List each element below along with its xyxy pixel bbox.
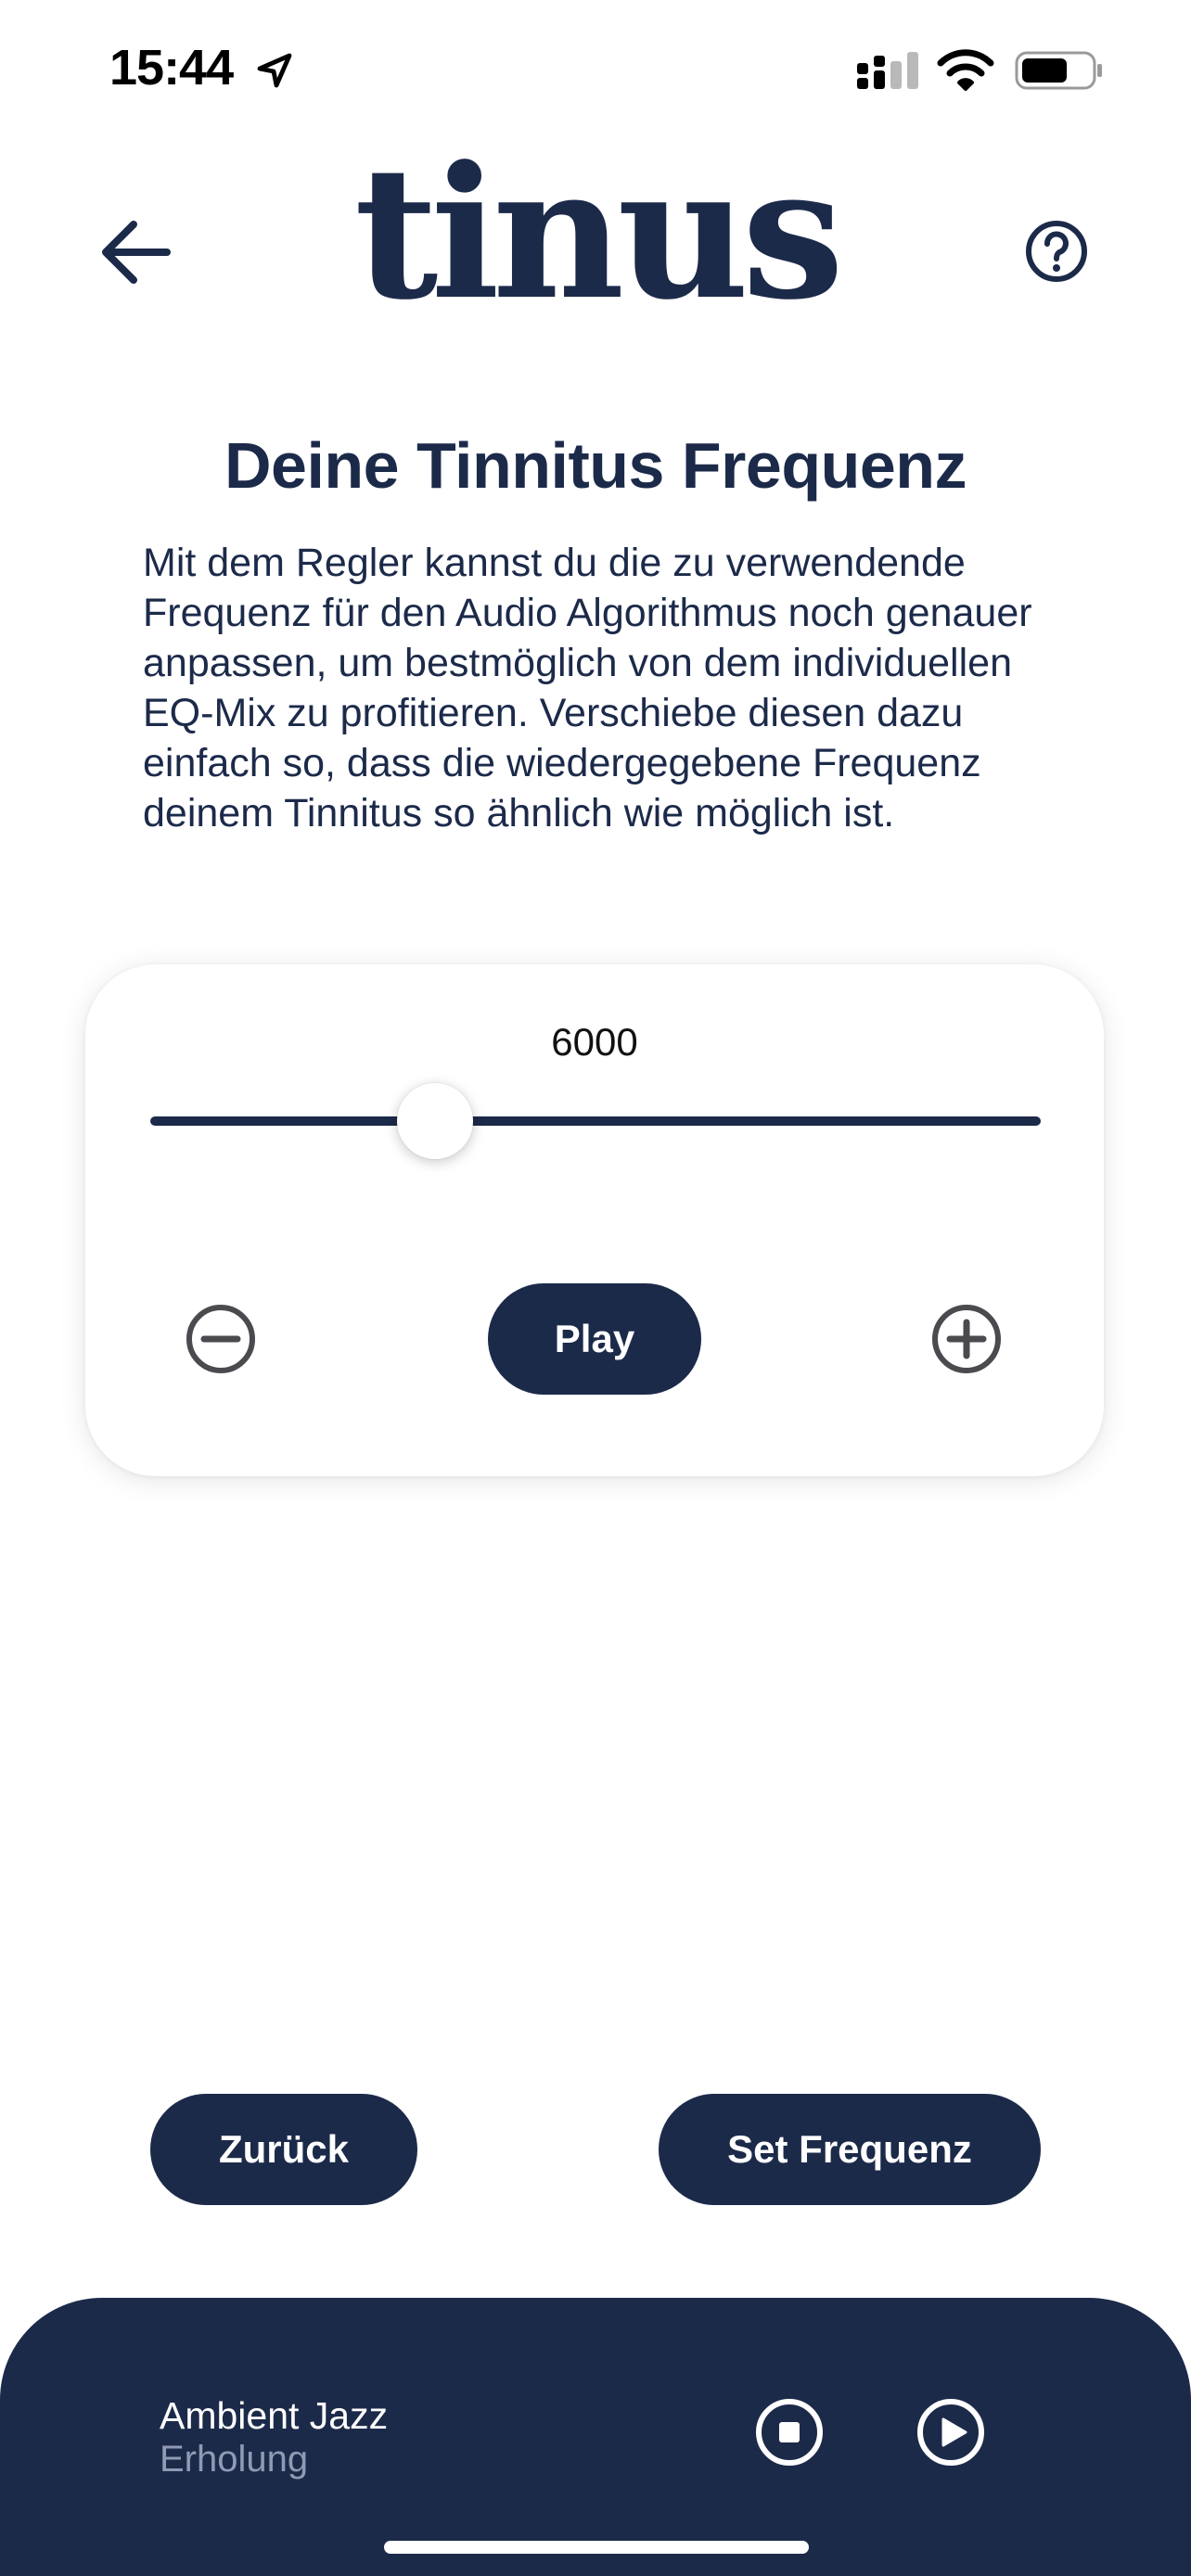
location-arrow-icon (257, 53, 292, 88)
page-title: Deine Tinnitus Frequenz (224, 429, 967, 502)
arrow-left-icon[interactable] (96, 213, 174, 291)
back-button[interactable]: Zurück (150, 2094, 417, 2205)
set-frequency-button[interactable]: Set Frequenz (659, 2094, 1041, 2205)
track-title[interactable]: Ambient Jazz (160, 2394, 388, 2438)
plus-circle-icon[interactable] (929, 1302, 1004, 1376)
frequency-value: 6000 (551, 1020, 638, 1064)
stop-circle-icon[interactable] (753, 2396, 826, 2468)
status-time: 15:44 (109, 40, 234, 96)
home-indicator (384, 2541, 809, 2554)
play-circle-icon[interactable] (915, 2396, 987, 2468)
play-button[interactable]: Play (488, 1283, 701, 1395)
logo-text: tinus (354, 148, 838, 315)
track-subtitle: Erholung (160, 2439, 309, 2480)
mini-player: Ambient Jazz Erholung (0, 2298, 1191, 2576)
frequency-card: 6000 Play (85, 964, 1104, 1476)
frequency-slider-track[interactable] (150, 1116, 1041, 1126)
cellular-signal-icon (857, 52, 918, 89)
status-bar: 15:44 (0, 0, 1191, 139)
battery-icon (1015, 51, 1102, 90)
tinus-logo: tinus (354, 148, 845, 315)
description-text: Mit dem Regler kannst du die zu verwende… (143, 541, 1032, 835)
wifi-icon (937, 49, 994, 91)
question-circle-icon[interactable] (1024, 219, 1089, 284)
minus-circle-icon[interactable] (184, 1302, 258, 1376)
frequency-slider-thumb[interactable] (397, 1083, 474, 1159)
